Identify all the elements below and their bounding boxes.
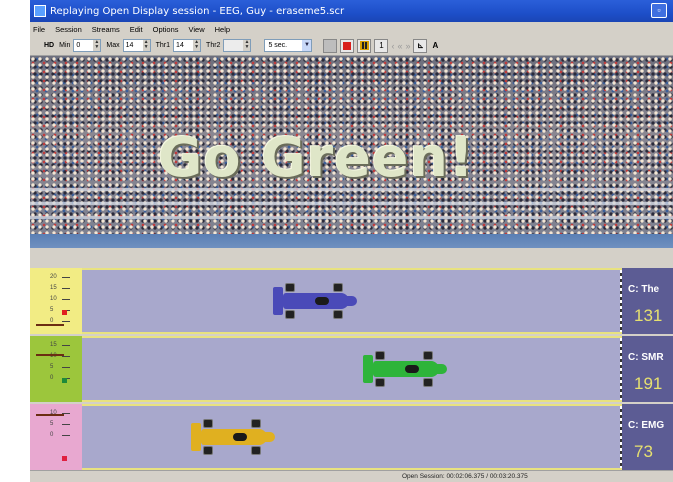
- max-input[interactable]: 14 ▲ ▼: [122, 39, 151, 52]
- level-gauge: 15 10 5 0: [30, 336, 82, 402]
- menu-bar: File Session Streams Edit Options View H…: [30, 22, 673, 36]
- threshold-bar[interactable]: [36, 414, 64, 416]
- app-window: Replaying Open Display session - EEG, Gu…: [30, 0, 673, 482]
- thr1-input[interactable]: 14 ▲ ▼: [173, 39, 202, 52]
- race-track: [82, 336, 622, 402]
- title-bar: Replaying Open Display session - EEG, Gu…: [30, 0, 673, 22]
- spinner-arrows-icon[interactable]: ▲ ▼: [193, 40, 201, 51]
- menu-session[interactable]: Session: [55, 25, 82, 34]
- menu-view[interactable]: View: [189, 25, 205, 34]
- restore-icon[interactable]: ▫: [651, 3, 667, 18]
- thr1-value: 14: [176, 42, 184, 49]
- max-value: 14: [125, 42, 134, 49]
- gauge-tick-label: 0: [50, 375, 73, 381]
- stop-icon: [343, 41, 352, 50]
- duration-value: 5 sec.: [268, 42, 288, 49]
- stop-button[interactable]: [340, 38, 355, 53]
- crowd-banner: Go Green!: [30, 56, 673, 248]
- channel-value: 191: [634, 374, 663, 393]
- min-input[interactable]: 0 ▲ ▼: [73, 39, 102, 52]
- channel-label: C: The: [628, 284, 660, 295]
- track-wall: [30, 234, 673, 248]
- level-marker: [62, 456, 67, 461]
- channel-info-panel: C: SMR 191: [622, 336, 673, 402]
- thr1-label: Thr1: [155, 42, 171, 49]
- chevron-down-icon[interactable]: ▼: [302, 40, 312, 51]
- menu-edit[interactable]: Edit: [130, 25, 143, 34]
- gauge-tick-label: 5: [50, 307, 73, 313]
- counter-button[interactable]: 1: [374, 38, 389, 53]
- gauge-tick-label: 5: [50, 421, 73, 427]
- forward-icon[interactable]: »: [405, 41, 410, 51]
- previous-icon[interactable]: ‹: [391, 41, 394, 51]
- channel-info-panel: C: EMG 73: [622, 404, 673, 470]
- threshold-bar[interactable]: [36, 324, 64, 326]
- race-car-icon: [363, 349, 449, 389]
- min-label: Min: [59, 42, 71, 49]
- thr2-input[interactable]: ▲ ▼: [223, 39, 252, 52]
- menu-streams[interactable]: Streams: [92, 25, 120, 34]
- status-bar: Open Session: 00:02:06.375 / 00:03:20.37…: [30, 470, 673, 482]
- race-lane: 10 5 0 C: EMG 73: [30, 404, 673, 470]
- text-button[interactable]: A: [432, 41, 438, 50]
- session-time: Open Session: 00:02:06.375 / 00:03:20.37…: [402, 473, 528, 480]
- app-icon: [34, 5, 46, 17]
- spinner-arrows-icon[interactable]: ▲ ▼: [142, 40, 150, 51]
- window-title: Replaying Open Display session - EEG, Gu…: [50, 5, 345, 17]
- toolbar: HD Min 0 ▲ ▼ Max 14 ▲ ▼ Thr1 14 ▲ ▼ Thr2 ▲ ▼…: [30, 36, 673, 56]
- gauge-tick-label: 10: [50, 296, 70, 302]
- pause-icon: [359, 41, 369, 50]
- spinner-arrows-icon[interactable]: ▲ ▼: [243, 40, 251, 51]
- fence-rail: [30, 202, 673, 205]
- race-lane: 15 10 5 0 C: SMR 191: [30, 336, 673, 402]
- hd-label[interactable]: HD: [44, 42, 54, 49]
- race-track: [82, 268, 622, 334]
- gauge-tick-label: 0: [50, 432, 73, 438]
- gauge-tick-label: 5: [50, 364, 73, 370]
- chart-icon[interactable]: ⊾: [413, 38, 428, 53]
- race-car-icon: [191, 417, 277, 457]
- race-track: [82, 404, 622, 470]
- menu-options[interactable]: Options: [153, 25, 179, 34]
- banner-slogan: Go Green!: [158, 126, 475, 189]
- thr2-label: Thr2: [206, 42, 221, 49]
- channel-info-panel: C: The 131: [622, 268, 673, 334]
- threshold-bar[interactable]: [36, 354, 64, 356]
- level-gauge: 10 5 0: [30, 404, 82, 470]
- gauge-tick-label: 15: [50, 285, 70, 291]
- back-icon[interactable]: «: [397, 41, 402, 51]
- level-marker: [62, 310, 67, 315]
- max-label: Max: [106, 42, 120, 49]
- race-car-icon: [273, 281, 359, 321]
- duration-select[interactable]: 5 sec. ▼: [264, 39, 313, 52]
- level-gauge: 20 15 10 5 0: [30, 268, 82, 334]
- pause-button[interactable]: [357, 38, 372, 53]
- gauge-tick-label: 15: [50, 342, 70, 348]
- min-value: 0: [76, 42, 81, 49]
- menu-file[interactable]: File: [33, 25, 45, 34]
- channel-value: 131: [634, 306, 663, 325]
- gauge-tick-label: 20: [50, 274, 70, 280]
- level-marker: [62, 378, 67, 383]
- menu-help[interactable]: Help: [215, 25, 230, 34]
- channel-label: C: SMR: [628, 352, 664, 363]
- channel-value: 73: [634, 442, 653, 461]
- channel-label: C: EMG: [628, 420, 665, 431]
- spinner-arrows-icon[interactable]: ▲ ▼: [93, 40, 101, 51]
- race-lane: 20 15 10 5 0 C: The 131: [30, 268, 673, 334]
- fence-rail: [30, 216, 673, 219]
- race-display: 20 15 10 5 0 C: The 131 15 10 5 0 C: SMR 191 10 5 0 C: E…: [30, 268, 673, 470]
- record-toggle-button[interactable]: [323, 38, 338, 53]
